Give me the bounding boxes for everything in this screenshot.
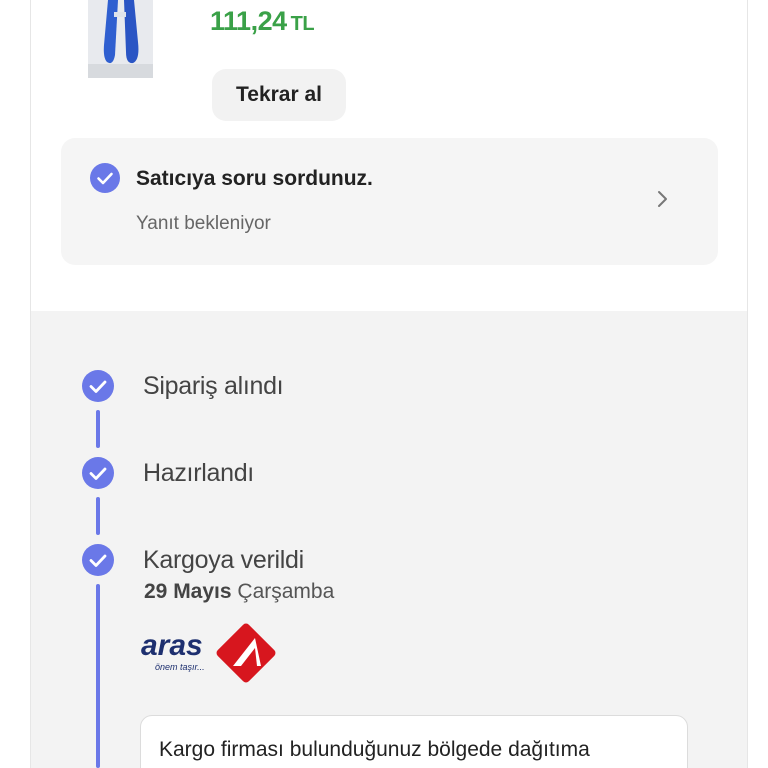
product-image[interactable] (88, 0, 153, 78)
shipped-date-day-month: 29 Mayıs (144, 580, 232, 603)
aras-logo-graphic: aras önem taşır... (141, 623, 276, 683)
step-connector (96, 584, 100, 768)
price-currency: TL (290, 13, 315, 35)
step-title-prepared: Hazırlandı (143, 459, 254, 487)
carrier-logo: aras önem taşır... (141, 620, 279, 686)
order-tracking-section: Sipariş alındı Hazırlandı Kargoya verild… (30, 311, 748, 768)
step-title-order-received: Sipariş alındı (143, 372, 284, 400)
step-check-icon (82, 370, 114, 402)
carrier-tagline: önem taşır... (155, 662, 205, 672)
price-value: 111,24 (210, 6, 287, 36)
question-status: Yanıt bekleniyor (136, 213, 271, 234)
chevron-right-icon (658, 191, 667, 207)
step-connector (96, 497, 100, 535)
seller-question-card[interactable]: Satıcıya soru sordunuz. Yanıt bekleniyor (61, 138, 718, 265)
carrier-name: aras (141, 629, 203, 662)
step-connector (96, 410, 100, 448)
step-check-icon (82, 457, 114, 489)
shipped-date-weekday: Çarşamba (237, 580, 335, 603)
step-check-icon (82, 544, 114, 576)
shipment-info-text: Kargo firması bulunduğunuz bölgede dağıt… (159, 738, 590, 761)
product-price: 111,24 TL (210, 6, 315, 37)
shipment-info-box: Kargo firması bulunduğunuz bölgede dağıt… (140, 715, 688, 768)
check-circle-icon (90, 163, 120, 193)
reorder-button[interactable]: Tekrar al (212, 69, 346, 121)
question-title: Satıcıya soru sordunuz. (136, 167, 373, 190)
product-image-graphic (88, 0, 153, 78)
step-title-shipped: Kargoya verildi (143, 546, 304, 574)
shipped-date: 29 Mayıs Çarşamba (144, 580, 334, 604)
